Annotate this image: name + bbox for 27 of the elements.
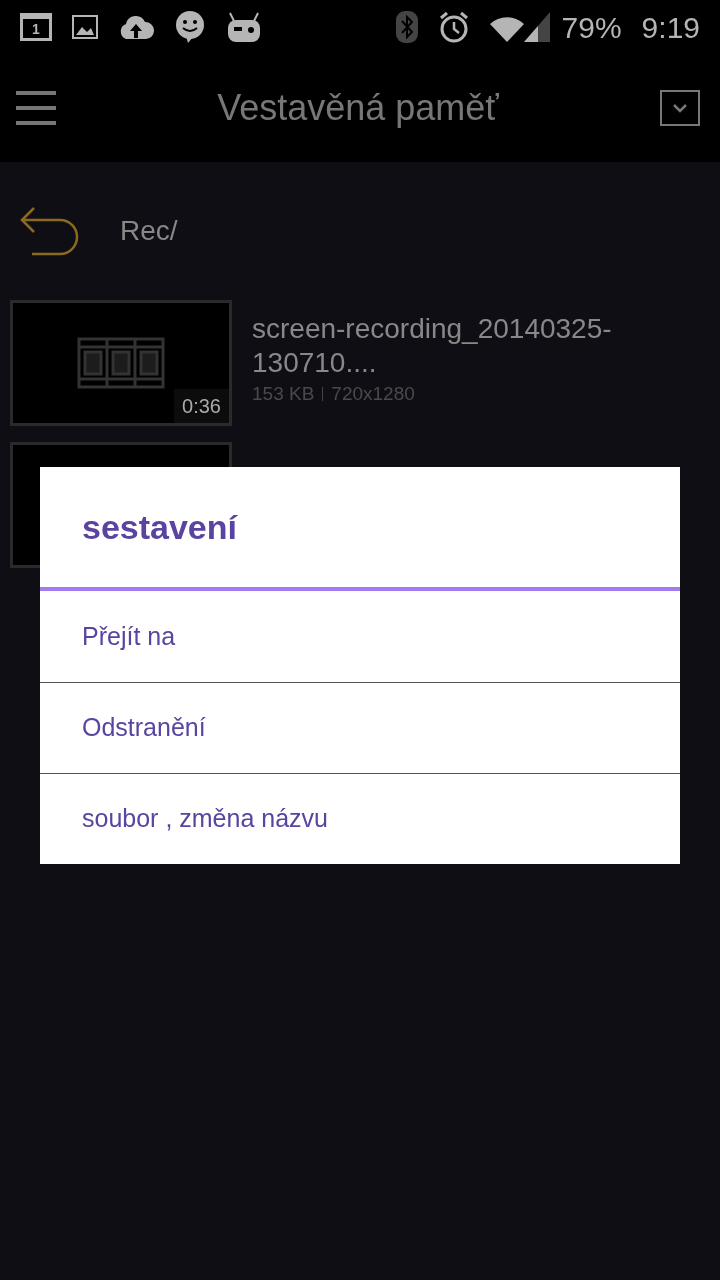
file-name: screen-recording_20140325-130710.... — [252, 312, 613, 380]
video-thumbnail[interactable]: 0:36 — [10, 300, 232, 426]
back-button[interactable] — [20, 206, 80, 256]
chevron-down-icon — [672, 103, 688, 113]
back-arrow-icon — [20, 206, 80, 256]
dialog-option[interactable]: Přejít na — [40, 591, 680, 682]
dropdown-button[interactable] — [660, 90, 700, 126]
dialog-option[interactable]: soubor , změna názvu — [40, 773, 680, 864]
clock: 9:19 — [641, 9, 700, 46]
cloud-upload-icon — [118, 14, 154, 40]
video-duration: 0:36 — [174, 389, 229, 423]
dialog-title: sestavení — [82, 506, 237, 548]
toolbar-title: Vestavěná paměť — [217, 86, 499, 130]
bluetooth-icon — [395, 11, 418, 43]
robot-head-icon — [226, 11, 262, 43]
folder-path: Rec/ — [120, 214, 178, 248]
file-size: 153 KB — [252, 382, 315, 406]
calendar-icon: 1 — [20, 13, 52, 41]
file-resolution: 720x1280 — [331, 382, 415, 406]
dialog-option[interactable]: Odstranění — [40, 682, 680, 773]
film-icon — [77, 337, 165, 389]
menu-button[interactable] — [16, 91, 56, 125]
smiley-chat-icon — [174, 10, 206, 44]
alarm-icon — [437, 11, 470, 43]
battery-level: 79% — [561, 9, 622, 46]
signal-icon — [523, 12, 550, 42]
image-icon — [72, 15, 98, 39]
